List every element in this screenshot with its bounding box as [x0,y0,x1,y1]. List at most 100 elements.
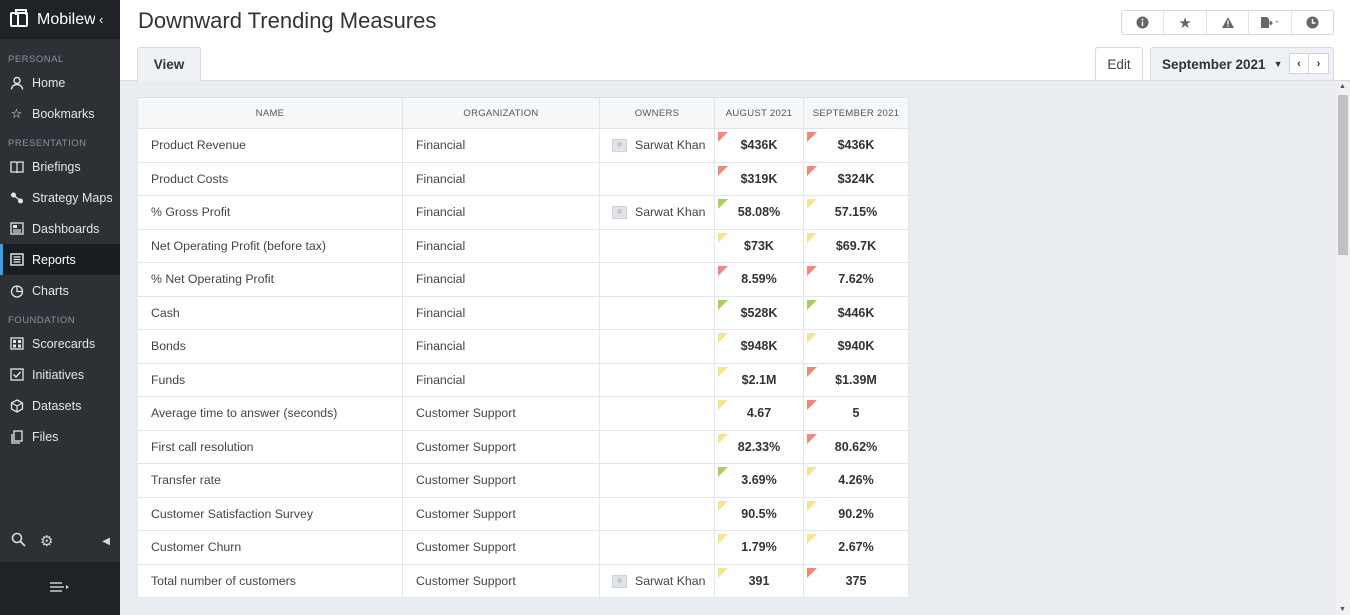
measure-name[interactable]: Total number of customers [137,563,403,598]
august-value[interactable]: 3.69% [714,463,804,498]
chevron-left-icon[interactable]: ‹ [1289,53,1309,74]
august-value[interactable]: 1.79% [714,530,804,565]
table-row[interactable]: Product Costs Financial $319K $324K [137,161,909,196]
table-row[interactable]: Customer Satisfaction Survey Customer Sup… [137,496,909,531]
measure-name[interactable]: Product Costs [137,161,403,196]
vertical-scrollbar[interactable]: ▲ ▼ [1336,81,1350,615]
august-value[interactable]: 58.08% [714,195,804,230]
scroll-down-arrow[interactable]: ▼ [1339,606,1346,613]
warning-icon[interactable] [1207,11,1250,34]
measure-name[interactable]: Customer Satisfaction Survey [137,496,403,531]
measure-name[interactable]: Customer Churn [137,530,403,565]
measure-name[interactable]: Product Revenue [137,128,403,163]
measure-name[interactable]: Net Operating Profit (before tax) [137,228,403,263]
status-flag-icon [807,232,817,243]
table-row[interactable]: % Gross Profit Financial Sarwat Khan 58.08%… [137,195,909,230]
gear-icon[interactable]: ⚙ [40,532,53,550]
owner-name[interactable]: Sarwat Khan [635,574,705,588]
september-value[interactable]: 80.62% [803,429,909,464]
august-value[interactable]: $948K [714,329,804,364]
august-value[interactable]: 90.5% [714,496,804,531]
chevron-left-icon[interactable]: ‹ [99,12,103,27]
period-selector[interactable]: September 2021 ▼ ‹ › [1150,47,1334,81]
september-value[interactable]: 90.2% [803,496,909,531]
status-flag-icon [718,500,728,511]
september-value[interactable]: $324K [803,161,909,196]
info-icon[interactable] [1122,11,1165,34]
measure-name[interactable]: % Gross Profit [137,195,403,230]
table-row[interactable]: Funds Financial $2.1M $1.39M [137,362,909,397]
export-icon[interactable] [1249,11,1292,34]
september-value[interactable]: 57.15% [803,195,909,230]
measure-name[interactable]: Average time to answer (seconds) [137,396,403,431]
edit-button[interactable]: Edit [1095,47,1143,81]
sidebar-item-scorecards[interactable]: Scorecards [0,328,120,359]
owner-name[interactable]: Sarwat Khan [635,138,705,152]
table-row[interactable]: Net Operating Profit (before tax) Financi… [137,228,909,263]
measure-name[interactable]: Cash [137,295,403,330]
scorecard-icon [9,337,24,351]
measure-name[interactable]: Funds [137,362,403,397]
metric-value: 57.15% [834,205,878,220]
history-icon[interactable] [1292,11,1333,34]
sidebar-item-briefings[interactable]: Briefings [0,151,120,182]
sidebar-item-bookmarks[interactable]: ☆ Bookmarks [0,98,120,129]
column-header-september-2021[interactable]: SEPTEMBER 2021 [803,97,909,129]
sidebar-item-home[interactable]: Home [0,67,120,98]
august-value[interactable]: $319K [714,161,804,196]
september-value[interactable]: $1.39M [803,362,909,397]
measure-name[interactable]: First call resolution [137,429,403,464]
column-header-organization[interactable]: ORGANIZATION [402,97,600,129]
column-header-august-2021[interactable]: AUGUST 2021 [714,97,804,129]
measure-name[interactable]: Bonds [137,329,403,364]
september-value[interactable]: 375 [803,563,909,598]
september-value[interactable]: 7.62% [803,262,909,297]
august-value[interactable]: $436K [714,128,804,163]
table-row[interactable]: Average time to answer (seconds) Customer… [137,396,909,431]
september-value[interactable]: 2.67% [803,530,909,565]
table-row[interactable]: Cash Financial $528K $446K [137,295,909,330]
table-row[interactable]: Customer Churn Customer Support 1.79% 2.67% [137,530,909,565]
august-value[interactable]: 4.67 [714,396,804,431]
september-value[interactable]: $69.7K [803,228,909,263]
owner-name[interactable]: Sarwat Khan [635,205,705,219]
august-value[interactable]: 82.33% [714,429,804,464]
sidebar-item-strategy-maps[interactable]: Strategy Maps [0,182,120,213]
september-value[interactable]: $940K [803,329,909,364]
column-header-name[interactable]: NAME [137,97,403,129]
sidebar-item-datasets[interactable]: Datasets [0,390,120,421]
search-icon[interactable] [11,532,26,551]
table-row[interactable]: Total number of customers Customer Suppor… [137,563,909,598]
september-value[interactable]: 4.26% [803,463,909,498]
tab-view[interactable]: View [137,47,201,81]
august-value[interactable]: 8.59% [714,262,804,297]
table-row[interactable]: % Net Operating Profit Financial 8.59% 7.62… [137,262,909,297]
sidebar-item-reports[interactable]: Reports [0,244,120,275]
sidebar-item-dashboards[interactable]: Dashboards [0,213,120,244]
table-row[interactable]: First call resolution Customer Support 82.… [137,429,909,464]
september-value[interactable]: $446K [803,295,909,330]
august-value[interactable]: 391 [714,563,804,598]
sidebar-item-files[interactable]: Files [0,421,120,452]
table-body: Product Revenue Financial Sarwat Khan $436K… [137,128,909,598]
september-value[interactable]: 5 [803,396,909,431]
scrollbar-thumb[interactable] [1338,95,1348,255]
sidebar-item-charts[interactable]: Charts [0,275,120,306]
table-row[interactable]: Product Revenue Financial Sarwat Khan $436K… [137,128,909,163]
column-header-owners[interactable]: OWNERS [599,97,715,129]
menu-expand-icon[interactable] [49,580,71,597]
app-brand[interactable]: Mobilew ‹ [0,0,120,39]
chevron-right-icon[interactable]: › [1309,53,1329,74]
star-icon[interactable]: ★ [1164,11,1207,34]
collapse-left-icon[interactable]: ◀ [102,536,110,547]
table-row[interactable]: Bonds Financial $948K $940K [137,329,909,364]
scroll-up-arrow[interactable]: ▲ [1339,83,1346,90]
september-value[interactable]: $436K [803,128,909,163]
table-row[interactable]: Transfer rate Customer Support 3.69% 4.26% [137,463,909,498]
sidebar-item-initiatives[interactable]: Initiatives [0,359,120,390]
august-value[interactable]: $2.1M [714,362,804,397]
measure-name[interactable]: % Net Operating Profit [137,262,403,297]
measure-name[interactable]: Transfer rate [137,463,403,498]
august-value[interactable]: $73K [714,228,804,263]
august-value[interactable]: $528K [714,295,804,330]
